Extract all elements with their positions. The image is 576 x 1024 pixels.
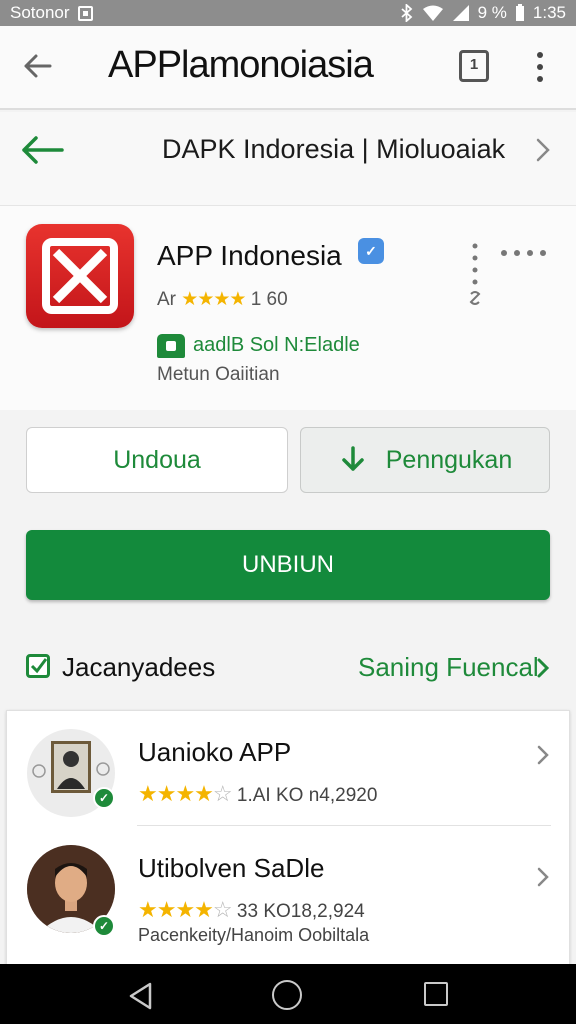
more-menu-icon[interactable] bbox=[528, 50, 552, 84]
list-item-title: Utibolven SaDle bbox=[138, 853, 325, 883]
app-rating: Ar ★★★★ 1 60 bbox=[157, 288, 288, 311]
see-more-link[interactable]: Saning Fuencal bbox=[358, 652, 539, 683]
divider bbox=[137, 825, 551, 826]
breadcrumb-text[interactable]: DAPK Indoresia | Mioluoaiak bbox=[162, 134, 505, 165]
uninstall-button-label: Undoua bbox=[113, 445, 201, 474]
related-apps-list: ✓ Uanioko APP ★★★★☆ 1.AI KO n4,2920 ✓ Ut… bbox=[6, 710, 570, 966]
chevron-right-icon[interactable] bbox=[535, 865, 551, 889]
verified-badge-icon: ✓ bbox=[93, 915, 115, 937]
signal-icon bbox=[452, 5, 469, 21]
list-item-meta: 33 KO18,2,924 bbox=[236, 901, 365, 922]
install-button-label: UNBIUN bbox=[241, 551, 334, 578]
download-button[interactable]: Penngukan bbox=[300, 427, 550, 493]
nav-home-icon[interactable] bbox=[272, 980, 302, 1010]
system-nav-bar bbox=[0, 964, 576, 1024]
app-icon bbox=[26, 224, 134, 328]
app-header: APP Indonesia ✓ Ar ★★★★ 1 60 aadlB Sol N… bbox=[0, 206, 576, 410]
app-name: APP Indonesia bbox=[157, 240, 342, 271]
install-button[interactable]: UNBIUN bbox=[26, 530, 550, 600]
uninstall-button[interactable]: Undoua bbox=[26, 427, 288, 493]
download-button-label: Penngukan bbox=[385, 445, 513, 474]
vertical-dots-icon[interactable] bbox=[465, 242, 485, 312]
section-header: Jacanyadees Saning Fuencal bbox=[0, 630, 576, 700]
verified-icon: ✓ bbox=[358, 238, 384, 264]
rating-count: 1 60 bbox=[250, 289, 288, 310]
notification-icon bbox=[77, 5, 93, 21]
app-logo-icon bbox=[42, 238, 118, 314]
clock: 1:35 bbox=[532, 3, 566, 22]
battery-icon bbox=[515, 4, 524, 21]
verified-badge-icon: ✓ bbox=[93, 787, 115, 809]
play-store-page: Sotonor 9 % 1:35 APPlamonoiasia 1 DAPK I… bbox=[0, 0, 576, 1024]
horizontal-dots-icon[interactable] bbox=[498, 246, 550, 260]
chevron-right-icon[interactable] bbox=[534, 656, 552, 680]
list-item-meta: 1.AI KO n4,2920 bbox=[236, 785, 378, 806]
rating-stars: ★★★★☆ bbox=[138, 781, 233, 806]
list-item-rating: ★★★★☆ 1.AI KO n4,2920 bbox=[138, 781, 377, 807]
rating-stars: ★★★★ bbox=[181, 289, 246, 310]
section-title: Jacanyadees bbox=[62, 652, 216, 682]
bluetooth-icon bbox=[401, 4, 412, 22]
list-description: Pacenkeity/Hanoim Oobiltala bbox=[138, 925, 370, 945]
page-title: APPlamonoiasia bbox=[108, 44, 374, 86]
editors-choice-icon bbox=[157, 334, 185, 358]
download-icon bbox=[341, 446, 364, 471]
status-bar: Sotonor 9 % 1:35 bbox=[0, 0, 576, 26]
nav-back-icon[interactable] bbox=[128, 982, 154, 1010]
chevron-right-icon[interactable] bbox=[535, 743, 551, 767]
breadcrumb-back-icon[interactable] bbox=[18, 132, 66, 168]
app-bar: APPlamonoiasia 1 bbox=[0, 26, 576, 110]
back-arrow-icon[interactable] bbox=[20, 48, 56, 84]
check-icon bbox=[26, 654, 50, 678]
app-publisher[interactable]: aadlB Sol N:Eladle bbox=[193, 334, 360, 357]
battery-percent: 9 % bbox=[477, 3, 507, 22]
carrier-label: Sotonor bbox=[10, 3, 70, 22]
tabs-count-button[interactable]: 1 bbox=[459, 50, 489, 82]
rating-stars: ★★★★☆ bbox=[138, 897, 233, 922]
wifi-icon bbox=[422, 5, 443, 21]
nav-recents-icon[interactable] bbox=[424, 982, 448, 1006]
list-item-rating: ★★★★☆ 33 KO18,2,924 bbox=[138, 897, 365, 923]
breadcrumb: DAPK Indoresia | Mioluoaiak bbox=[0, 112, 576, 206]
chevron-right-icon[interactable] bbox=[530, 136, 554, 164]
list-item-title: Uanioko APP bbox=[138, 737, 292, 767]
app-subtitle: Metun Oaiitian bbox=[157, 364, 280, 385]
list-item[interactable]: ✓ Uanioko APP ★★★★☆ 1.AI KO n4,2920 bbox=[7, 711, 571, 829]
rating-prefix: Ar bbox=[157, 289, 176, 310]
